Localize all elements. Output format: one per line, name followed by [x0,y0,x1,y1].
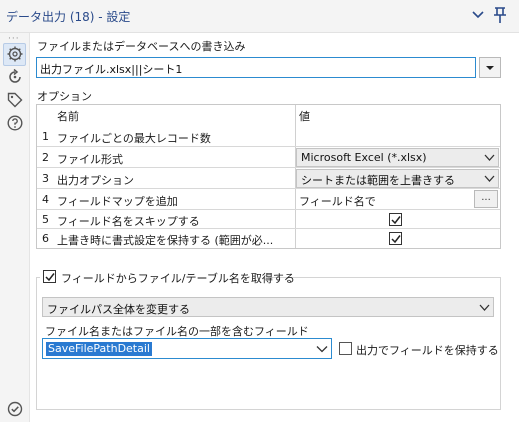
row-name: 出力オプション [57,174,134,187]
field-select-value: SaveFilePathDetail [46,342,152,356]
grid-header-row: 名前 値 [37,105,500,123]
take-filename-from-field-label: フィールドからファイル/テーブル名を取得する [61,272,295,285]
take-filename-from-field-checkbox[interactable] [43,270,56,283]
skip-field-names-checkbox[interactable] [389,213,402,226]
checkmark-icon [391,216,401,225]
check-circle-icon[interactable] [7,401,23,417]
row-number: 6 [42,232,49,245]
refresh-icon[interactable] [6,68,24,86]
keep-field-in-output-label: 出力でフィールドを保持する [356,344,499,357]
output-file-input[interactable]: 出力ファイル.xlsx|||シート1 [36,57,476,78]
checkmark-icon [391,235,401,244]
row-name: ファイル形式 [57,153,123,166]
row-name: フィールド名をスキップする [57,215,200,228]
field-select-label: ファイル名またはファイル名の一部を含むフィールド [45,325,309,338]
field-map-browse-button[interactable]: ... [474,190,498,208]
chevron-down-icon[interactable] [316,344,328,354]
row-name: ファイルごとの最大レコード数 [57,132,211,145]
dropdown-arrow-icon [486,66,494,70]
title-bar: データ出力 (18) - 設定 [0,0,519,33]
tag-icon[interactable] [6,91,24,109]
chevron-down-icon [484,175,495,182]
output-section-label: ファイルまたはデータベースへの書き込み [37,40,246,53]
options-grid: 名前 値 1 ファイルごとの最大レコード数 2 ファイル形式 Microsoft… [36,104,501,249]
options-label: オプション [37,90,92,103]
output-file-value: 出力ファイル.xlsx|||シート1 [40,63,183,76]
keep-formatting-checkbox[interactable] [389,232,402,245]
checkmark-icon [45,273,55,282]
pin-icon[interactable] [492,6,508,24]
collapse-chevron-icon[interactable] [470,7,486,23]
config-sidebar: ··· [0,33,30,422]
change-mode-value: ファイルパス全体を変更する [47,303,190,316]
table-row[interactable]: 1 ファイルごとの最大レコード数 [37,123,500,147]
row-name: 上書き時に書式設定を保持する (範囲が必... [57,234,274,247]
row-number: 4 [42,193,49,206]
table-row[interactable]: 2 ファイル形式 Microsoft Excel (*.xlsx) [37,147,500,168]
field-map-value: フィールド名で [299,195,376,208]
row-number: 5 [42,213,49,226]
table-row[interactable]: 6 上書き時に書式設定を保持する (範囲が必... [37,229,500,248]
column-header-value: 値 [299,110,310,123]
row-number: 1 [42,130,49,143]
chevron-down-icon [484,154,495,161]
field-select-combobox[interactable]: SaveFilePathDetail [42,338,332,359]
row-number: 3 [42,172,49,185]
help-icon[interactable] [6,114,24,132]
keep-field-in-output-checkbox[interactable] [339,342,352,355]
row-name: フィールドマップを追加 [57,195,178,208]
row-number: 2 [42,151,49,164]
table-row[interactable]: 4 フィールドマップを追加 フィールド名で ... [37,189,500,210]
output-file-dropdown-button[interactable] [479,57,501,78]
output-option-value: シートまたは範囲を上書きする [301,174,455,187]
file-format-value: Microsoft Excel (*.xlsx) [301,151,427,164]
file-format-dropdown[interactable]: Microsoft Excel (*.xlsx) [296,148,499,167]
window-title: データ出力 (18) - 設定 [6,10,131,24]
gear-icon[interactable] [6,45,24,63]
output-option-dropdown[interactable]: シートまたは範囲を上書きする [296,169,499,188]
table-row[interactable]: 3 出力オプション シートまたは範囲を上書きする [37,168,500,189]
table-row[interactable]: 5 フィールド名をスキップする [37,210,500,229]
column-header-name: 名前 [57,110,79,123]
chevron-down-icon [479,304,490,311]
change-mode-dropdown[interactable]: ファイルパス全体を変更する [42,297,494,317]
